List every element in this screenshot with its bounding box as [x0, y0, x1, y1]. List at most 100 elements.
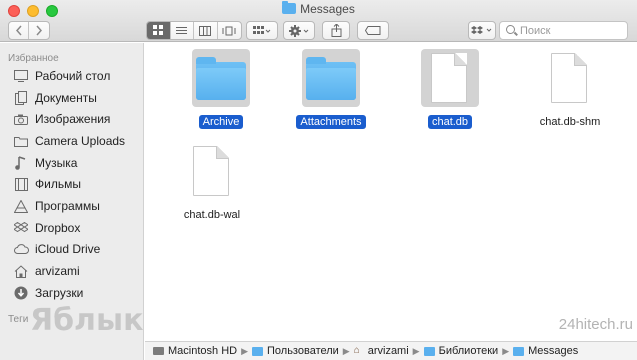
document-icon: [193, 146, 229, 196]
sidebar-item-label: Фильмы: [35, 177, 81, 191]
dropbox-icon: [13, 220, 29, 236]
path-separator-icon: ▶: [412, 345, 420, 356]
search-input[interactable]: Поиск: [499, 21, 628, 40]
downloads-icon: [13, 285, 29, 301]
desktop-icon: [13, 68, 29, 84]
search-placeholder: Поиск: [520, 24, 551, 37]
sidebar-item-label: Camera Uploads: [35, 134, 126, 148]
file-icon-frame: [183, 142, 241, 200]
toolbar: Messages Поиск: [0, 0, 637, 42]
path-item-label: Macintosh HD: [168, 345, 238, 357]
home-icon: ⌂: [353, 345, 360, 356]
finder-window: Messages Поиск Избранное Рабочий стол До…: [0, 0, 637, 360]
sidebar-item-label: Музыка: [35, 156, 78, 170]
sidebar-item-label: arvizami: [35, 264, 80, 278]
file-name-text: chat.db-shm: [539, 116, 601, 128]
sidebar-item-desktop[interactable]: Рабочий стол: [0, 66, 144, 86]
path-item-users[interactable]: Пользователи: [252, 345, 339, 357]
icon-view-button[interactable]: [147, 22, 171, 39]
file-icon-frame: [421, 49, 479, 107]
column-view-button[interactable]: [194, 22, 218, 39]
list-view-button[interactable]: [171, 22, 194, 39]
sidebar-item-label: Документы: [35, 91, 97, 105]
camera-icon: [13, 111, 29, 127]
tags-button[interactable]: [357, 21, 389, 40]
sidebar-header-favorites: Избранное: [8, 53, 59, 64]
sidebar-item-dropbox[interactable]: Dropbox: [0, 218, 144, 238]
path-item-messages[interactable]: Messages: [513, 345, 578, 357]
path-separator-icon: ▶: [241, 345, 248, 356]
path-item-library[interactable]: Библиотеки: [423, 345, 499, 357]
sidebar-item-camera-uploads[interactable]: Camera Uploads: [0, 131, 144, 151]
file-icon-frame: [192, 49, 250, 107]
folder-icon: [282, 1, 297, 14]
sidebar-item-downloads[interactable]: Загрузки: [0, 283, 144, 303]
file-item-attachments[interactable]: Attachments: [276, 49, 386, 133]
file-name-text: chat.db: [427, 115, 473, 129]
path-bar: Macintosh HD ▶ Пользователи ▶ ⌂ arvizami …: [145, 341, 637, 360]
icon-view-icon: [152, 25, 163, 35]
search-icon: [506, 25, 515, 34]
apps-icon: [13, 198, 29, 214]
column-view-icon: [199, 25, 212, 36]
path-item-macintosh-hd[interactable]: Macintosh HD: [153, 345, 237, 357]
sidebar-item-pictures[interactable]: Изображения: [0, 109, 144, 129]
list-view-icon: [176, 26, 188, 34]
sidebar-item-movies[interactable]: Фильмы: [0, 174, 144, 194]
path-item-label: Библиотеки: [438, 345, 499, 357]
sidebar-item-home[interactable]: arvizami: [0, 261, 144, 281]
folder-icon: [513, 346, 525, 356]
sidebar-item-label: Загрузки: [35, 286, 84, 300]
sidebar-item-label: Изображения: [35, 112, 111, 126]
folder-icon: [423, 346, 435, 356]
dropbox-button[interactable]: [468, 21, 496, 40]
file-icon-frame: [302, 49, 360, 107]
sidebar-item-icloud-drive[interactable]: iCloud Drive: [0, 239, 144, 259]
sidebar-item-label: iCloud Drive: [35, 242, 101, 256]
dropbox-icon: [471, 26, 492, 34]
file-name-text: chat.db-wal: [183, 209, 241, 221]
file-name: chat.db-wal: [157, 209, 267, 221]
tag-icon: [365, 26, 381, 35]
file-item-chat-db-shm[interactable]: chat.db-shm: [515, 49, 625, 133]
home-icon: [13, 263, 29, 279]
window-title: Messages: [0, 1, 637, 16]
chevron-right-icon: [36, 25, 43, 36]
file-item-chat-db[interactable]: chat.db: [395, 49, 505, 133]
sidebar-item-applications[interactable]: Программы: [0, 196, 144, 216]
file-name-text: Attachments: [296, 115, 366, 129]
share-button[interactable]: [322, 21, 350, 40]
file-icon-frame: [541, 49, 599, 107]
music-icon: [13, 155, 29, 171]
file-name: chat.db: [395, 115, 505, 129]
file-name: chat.db-shm: [515, 116, 625, 128]
path-item-label: Messages: [528, 345, 579, 357]
file-item-chat-db-wal[interactable]: chat.db-wal: [157, 142, 267, 226]
path-item-label: arvizami: [367, 345, 409, 357]
sidebar-item-label: Программы: [35, 199, 100, 213]
folder-icon: [252, 346, 263, 356]
arrange-button[interactable]: [246, 21, 278, 40]
watermark-site: 24hitech.ru: [558, 316, 633, 333]
document-icon: [551, 53, 587, 103]
sidebar-item-music[interactable]: Музыка: [0, 153, 144, 173]
action-button[interactable]: [283, 21, 315, 40]
sidebar-item-label: Рабочий стол: [35, 69, 111, 83]
film-icon: [13, 176, 29, 192]
hard-drive-icon: [153, 347, 164, 355]
sidebar-item-documents[interactable]: Документы: [0, 88, 144, 108]
navigation-buttons: [8, 21, 50, 40]
folder-icon: [13, 133, 29, 149]
cover-flow-button[interactable]: [218, 22, 241, 39]
forward-button[interactable]: [29, 22, 49, 39]
documents-icon: [13, 90, 29, 106]
file-browser-area: Archive Attachments chat.db chat.db-shm: [145, 43, 637, 340]
sidebar-item-label: Dropbox: [35, 221, 81, 235]
cover-flow-icon: [222, 26, 236, 35]
file-item-archive[interactable]: Archive: [166, 49, 276, 133]
arrange-grid-icon: [253, 25, 271, 34]
path-item-home[interactable]: ⌂ arvizami: [354, 345, 409, 357]
back-button[interactable]: [9, 22, 29, 39]
sidebar-header-tags: Теги: [8, 314, 29, 325]
file-name-text: Archive: [198, 115, 244, 129]
